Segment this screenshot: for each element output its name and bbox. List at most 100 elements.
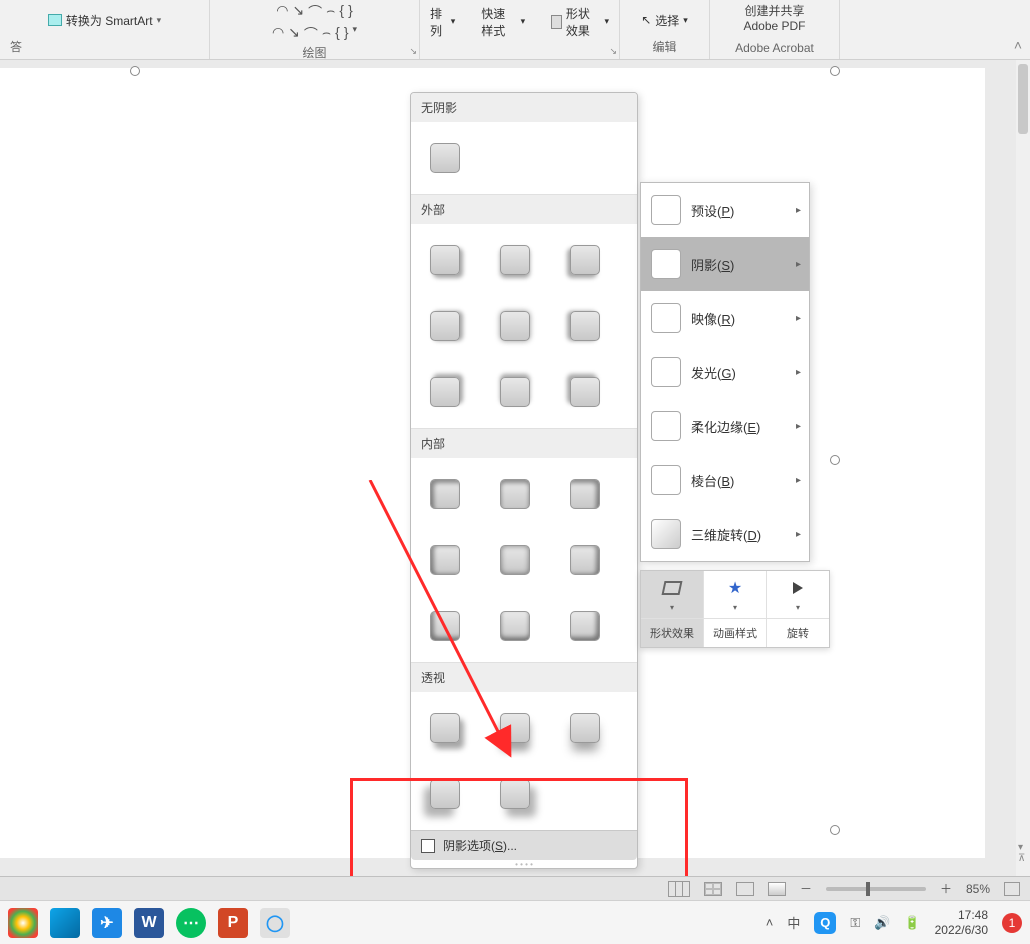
chrome-icon[interactable] bbox=[8, 908, 38, 938]
gallery-head-inner: 内部 bbox=[411, 428, 637, 458]
feishu-icon[interactable]: ✈ bbox=[92, 908, 122, 938]
view-reading-icon[interactable] bbox=[736, 882, 754, 896]
shape-effects-menu: 预设(P)▸ 阴影(S)▸ 映像(R)▸ 发光(G)▸ 柔化边缘(E)▸ 棱台(… bbox=[640, 182, 810, 562]
ime-icon[interactable]: 中 bbox=[787, 913, 800, 932]
mini-shape-effects-label: 形状效果 bbox=[641, 619, 704, 647]
mini-rotate-label: 旋转 bbox=[767, 619, 829, 647]
shadow-outer-7[interactable] bbox=[417, 364, 473, 420]
shape-row-2[interactable]: ◠↘⌒⌢{}▾ bbox=[272, 24, 357, 44]
shadow-options-button[interactable]: 阴影选项(S)... bbox=[411, 830, 637, 860]
acrobat-line2[interactable]: Adobe PDF bbox=[743, 19, 805, 33]
mini-anim-label: 动画样式 bbox=[704, 619, 767, 647]
shadow-inner-8[interactable] bbox=[487, 598, 543, 654]
shape-row-1[interactable]: ◠↘⌒⌢{} bbox=[276, 2, 353, 22]
shadow-outer-5[interactable] bbox=[487, 298, 543, 354]
shadow-inner-5[interactable] bbox=[487, 532, 543, 588]
edge-icon[interactable] bbox=[50, 908, 80, 938]
ribbon: 转换为 SmartArt ▾ 答 ◠↘⌒⌢{} ◠↘⌒⌢{}▾ 绘图 ↘ 排列▾… bbox=[0, 0, 1030, 60]
taskbar: ✈ W ⋯ P ◯ ˄ 中 Q ⚿ 🔊 🔋 17:48 2022/6/30 1 bbox=[0, 900, 1030, 944]
selection-handle[interactable] bbox=[830, 455, 840, 465]
shadow-inner-1[interactable] bbox=[417, 466, 473, 522]
smartart-icon bbox=[48, 14, 62, 26]
shadow-outer-8[interactable] bbox=[487, 364, 543, 420]
shape-effects-button[interactable]: 形状效果▾ bbox=[547, 3, 613, 41]
fit-window-icon[interactable] bbox=[1004, 882, 1020, 896]
sound-icon[interactable]: 🔊 bbox=[874, 915, 890, 931]
wechat-icon[interactable]: ⋯ bbox=[176, 908, 206, 938]
shadow-inner-6[interactable] bbox=[557, 532, 613, 588]
shadow-outer-6[interactable] bbox=[557, 298, 613, 354]
shadow-outer-4[interactable] bbox=[417, 298, 473, 354]
fx-bevel[interactable]: 棱台(B)▸ bbox=[641, 453, 809, 507]
view-normal-icon[interactable] bbox=[668, 881, 690, 897]
convert-smartart-button[interactable]: 转换为 SmartArt ▾ bbox=[44, 10, 165, 31]
shadow-gallery: 无阴影 外部 内部 透视 阴影选项(S)... • • • • bbox=[410, 92, 638, 869]
shadow-persp-2[interactable] bbox=[487, 700, 543, 756]
clock[interactable]: 17:48 2022/6/30 bbox=[935, 908, 988, 937]
acrobat-line1[interactable]: 创建并共享 bbox=[744, 2, 804, 19]
powerpoint-icon[interactable]: P bbox=[218, 908, 248, 938]
shadow-inner-9[interactable] bbox=[557, 598, 613, 654]
zoom-out[interactable]: － bbox=[800, 880, 812, 897]
shadow-inner-2[interactable] bbox=[487, 466, 543, 522]
mini-anim-style[interactable]: ★▾ bbox=[704, 571, 767, 618]
shadow-persp-3[interactable] bbox=[557, 700, 613, 756]
shadow-inner-4[interactable] bbox=[417, 532, 473, 588]
selection-handle[interactable] bbox=[130, 66, 140, 76]
shadow-outer-2[interactable] bbox=[487, 232, 543, 288]
vertical-scrollbar[interactable]: ▾⊼ bbox=[1016, 60, 1030, 876]
fx-reflection[interactable]: 映像(R)▸ bbox=[641, 291, 809, 345]
clock-time: 17:48 bbox=[935, 908, 988, 922]
fx-glow[interactable]: 发光(G)▸ bbox=[641, 345, 809, 399]
mini-toolbar: ▾ ★▾ ▾ 形状效果 动画样式 旋转 bbox=[640, 570, 830, 648]
zoom-slider[interactable] bbox=[826, 887, 926, 891]
tray-expand-icon[interactable]: ˄ bbox=[766, 915, 774, 930]
shadow-outer-3[interactable] bbox=[557, 232, 613, 288]
gallery-head-outer: 外部 bbox=[411, 194, 637, 224]
gallery-head-perspective: 透视 bbox=[411, 662, 637, 692]
selection-handle[interactable] bbox=[830, 66, 840, 76]
shadow-outer-9[interactable] bbox=[557, 364, 613, 420]
wifi-icon[interactable]: ⚿ bbox=[850, 915, 860, 931]
shadow-persp-4[interactable] bbox=[417, 766, 473, 822]
battery-icon[interactable]: 🔋 bbox=[904, 915, 920, 931]
draw-launcher[interactable]: ↘ bbox=[409, 46, 417, 57]
gallery-head-none: 无阴影 bbox=[411, 93, 637, 122]
quick-style-button[interactable]: 快速样式▾ bbox=[477, 3, 529, 41]
group-edit-label: 编辑 bbox=[652, 38, 676, 57]
status-bar: － ＋ 85% bbox=[0, 876, 1030, 900]
shadow-outer-1[interactable] bbox=[417, 232, 473, 288]
mini-rotate[interactable]: ▾ bbox=[767, 571, 829, 618]
gallery-resize-handle[interactable]: • • • • bbox=[411, 860, 637, 868]
arrange-button[interactable]: 排列▾ bbox=[426, 3, 459, 41]
fx-preset[interactable]: 预设(P)▸ bbox=[641, 183, 809, 237]
mini-shape-effects[interactable]: ▾ bbox=[641, 571, 704, 618]
group-acrobat-label: Adobe Acrobat bbox=[735, 41, 814, 57]
view-sorter-icon[interactable] bbox=[704, 882, 722, 896]
zoom-value[interactable]: 85% bbox=[966, 882, 990, 896]
style-launcher[interactable]: ↘ bbox=[609, 46, 617, 57]
tool-icon[interactable]: ◯ bbox=[260, 908, 290, 938]
shadow-inner-7[interactable] bbox=[417, 598, 473, 654]
fx-shadow[interactable]: 阴影(S)▸ bbox=[641, 237, 809, 291]
select-button[interactable]: ↖ 选择▾ bbox=[637, 10, 692, 31]
selection-handle[interactable] bbox=[830, 825, 840, 835]
options-icon bbox=[421, 839, 435, 853]
view-slideshow-icon[interactable] bbox=[768, 882, 786, 896]
collapse-ribbon-icon[interactable]: ˄ bbox=[1014, 37, 1022, 53]
notification-badge[interactable]: 1 bbox=[1002, 913, 1022, 933]
qq-icon[interactable]: Q bbox=[814, 912, 836, 934]
scrollbar-down-icon[interactable]: ▾⊼ bbox=[1018, 842, 1025, 864]
shadow-persp-1[interactable] bbox=[417, 700, 473, 756]
shadow-inner-3[interactable] bbox=[557, 466, 613, 522]
word-icon[interactable]: W bbox=[134, 908, 164, 938]
zoom-in[interactable]: ＋ bbox=[940, 880, 952, 897]
shadow-persp-5[interactable] bbox=[487, 766, 543, 822]
scrollbar-thumb[interactable] bbox=[1018, 64, 1028, 134]
shadow-none[interactable] bbox=[417, 130, 473, 186]
effects-icon bbox=[551, 15, 562, 29]
clock-date: 2022/6/30 bbox=[935, 923, 988, 937]
smartart-label: 转换为 SmartArt bbox=[66, 12, 153, 29]
fx-softedge[interactable]: 柔化边缘(E)▸ bbox=[641, 399, 809, 453]
fx-3drotation[interactable]: 三维旋转(D)▸ bbox=[641, 507, 809, 561]
